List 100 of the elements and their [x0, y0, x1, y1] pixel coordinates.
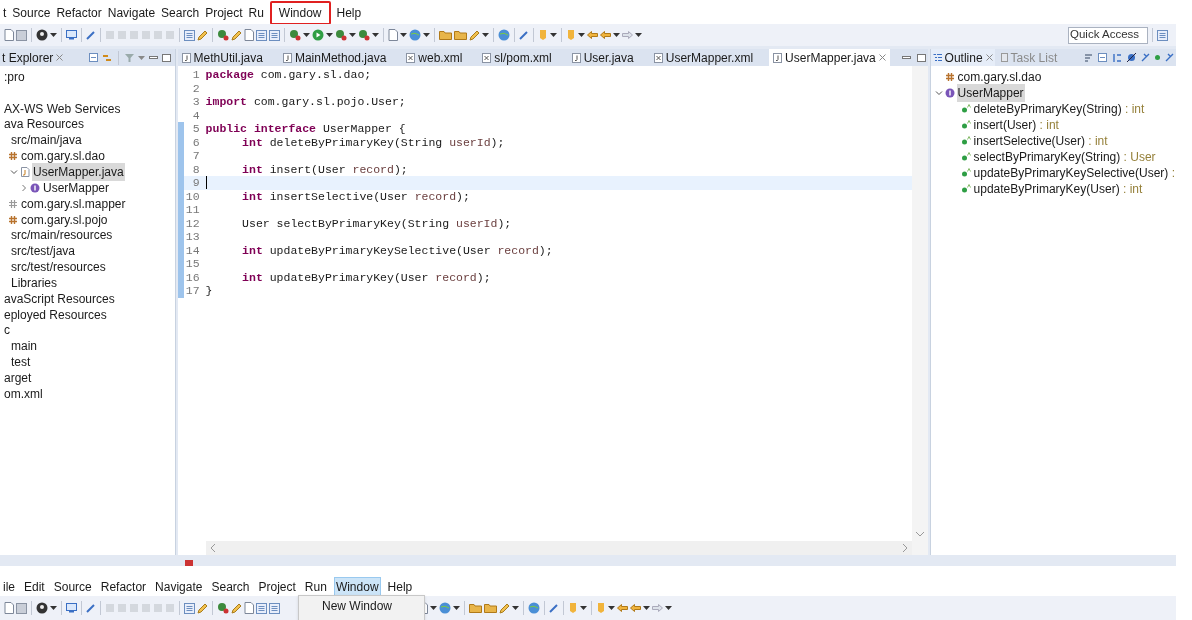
- menu-item[interactable]: Edit: [22, 577, 47, 597]
- pencil-icon[interactable]: [231, 602, 242, 614]
- dropdown-arrow-icon[interactable]: [635, 33, 642, 37]
- debug-icon[interactable]: [289, 29, 301, 41]
- menu-item[interactable]: Project: [205, 4, 243, 22]
- menu-item[interactable]: t: [3, 4, 7, 22]
- dropdown-arrow-icon[interactable]: [50, 33, 57, 37]
- link-icon[interactable]: [101, 52, 112, 63]
- dropdown-arrow-icon[interactable]: [430, 606, 437, 610]
- dropdown-arrow-icon[interactable]: [608, 606, 615, 610]
- tree-item[interactable]: com.gary.sl.pojo: [20, 210, 109, 229]
- close-icon[interactable]: [878, 54, 886, 61]
- lines-icon[interactable]: [269, 29, 280, 41]
- editor-tab[interactable]: User.java: [567, 49, 638, 66]
- dropdown-arrow-icon[interactable]: [665, 606, 672, 610]
- lines-icon[interactable]: [269, 602, 280, 614]
- hide-static-icon[interactable]: [1141, 53, 1150, 62]
- sort-icon[interactable]: [1084, 53, 1093, 62]
- document-icon[interactable]: [4, 29, 14, 41]
- tree-item[interactable]: com.gary.sl.dao: [20, 147, 106, 166]
- editor-tab[interactable]: UserMapper.xml: [649, 49, 758, 66]
- tree-item[interactable]: UserMapper: [42, 178, 111, 197]
- menu-item[interactable]: Source: [12, 4, 51, 22]
- pencil-icon[interactable]: [197, 29, 208, 41]
- maximize-icon[interactable]: [161, 53, 171, 62]
- save-icon[interactable]: [16, 29, 27, 41]
- menu-item[interactable]: Window: [333, 577, 381, 597]
- menu-item[interactable]: Search: [209, 577, 252, 597]
- outline-item[interactable]: deleteByPrimaryKey(String) : int: [972, 99, 1146, 118]
- person-icon[interactable]: [36, 29, 48, 41]
- dropdown-arrow-icon[interactable]: [613, 33, 620, 37]
- dropdown-arrow-icon[interactable]: [303, 33, 310, 37]
- menu-item[interactable]: ile: [1, 577, 17, 597]
- tree-item[interactable]: src/test/java: [10, 242, 77, 261]
- pin-icon[interactable]: [549, 603, 559, 613]
- quick-access-field[interactable]: Quick Access: [1068, 26, 1148, 44]
- dropdown-arrow-icon[interactable]: [580, 606, 587, 610]
- globe-icon[interactable]: [528, 602, 540, 614]
- menu-item[interactable]: Source: [51, 577, 94, 597]
- dropdown-arrow-icon[interactable]: [643, 606, 650, 610]
- debug-icon[interactable]: [335, 29, 347, 41]
- outline-item[interactable]: updateByPrimaryKeySelective(User) :: [972, 163, 1176, 182]
- editor-tab[interactable]: MethUtil.java: [177, 49, 267, 66]
- pin-icon[interactable]: [86, 603, 96, 613]
- dropdown-arrow-icon[interactable]: [349, 33, 356, 37]
- tree-item[interactable]: eployed Resources: [3, 305, 108, 324]
- editor-tab[interactable]: web.xml: [402, 49, 467, 66]
- dropdown-arrow-icon[interactable]: [50, 606, 57, 610]
- chevron-right-icon[interactable]: [20, 183, 28, 192]
- dropdown-arrow-icon[interactable]: [372, 33, 379, 37]
- tree-item[interactable]: main: [10, 337, 38, 356]
- tree-item[interactable]: AX-WS Web Services: [3, 99, 122, 118]
- dropdown-arrow-icon[interactable]: [326, 33, 333, 37]
- lines-icon[interactable]: [256, 602, 267, 614]
- tree-item[interactable]: avaScript Resources: [3, 289, 116, 308]
- menu-item[interactable]: Navigate: [107, 4, 156, 22]
- document-icon[interactable]: [4, 602, 14, 614]
- debug-icon[interactable]: [217, 602, 229, 614]
- dropdown-arrow-icon[interactable]: [550, 33, 557, 37]
- menu-item[interactable]: Refactor: [98, 577, 149, 597]
- menu-item[interactable]: Navigate: [153, 577, 205, 597]
- debug-icon[interactable]: [217, 29, 229, 41]
- dropdown-arrow-icon[interactable]: [512, 606, 519, 610]
- editor-tab[interactable]: sl/pom.xml: [478, 49, 556, 66]
- menu-item[interactable]: Project: [256, 577, 298, 597]
- scroll-right-icon[interactable]: [901, 544, 908, 552]
- folder-icon[interactable]: [484, 603, 497, 613]
- dot-icon[interactable]: [1155, 55, 1160, 60]
- document-icon[interactable]: [244, 602, 254, 614]
- horizontal-scrollbar[interactable]: [205, 541, 912, 555]
- menu-item[interactable]: Ru: [248, 4, 264, 22]
- menu-item[interactable]: Search: [161, 4, 200, 22]
- document-icon[interactable]: [244, 29, 254, 41]
- dropdown-arrow-icon[interactable]: [453, 606, 460, 610]
- tree-item[interactable]: src/main/java: [10, 131, 83, 150]
- filter-icon[interactable]: [124, 53, 134, 62]
- tree-item[interactable]: om.xml: [3, 384, 44, 403]
- lines-icon[interactable]: [184, 602, 195, 614]
- maximize-icon[interactable]: [916, 53, 926, 62]
- folder-icon[interactable]: [469, 603, 482, 613]
- vertical-scrollbar[interactable]: [911, 66, 928, 555]
- view-menu-icon[interactable]: [137, 55, 145, 60]
- pencil-icon[interactable]: [231, 29, 242, 41]
- tree-item[interactable]: :pro: [3, 67, 26, 86]
- tree-item[interactable]: UserMapper.java: [32, 163, 125, 181]
- editor-tab[interactable]: MainMethod.java: [278, 49, 391, 66]
- outline-item[interactable]: insertSelective(User) : int: [972, 131, 1109, 150]
- hide-fields-icon[interactable]: [1127, 53, 1136, 62]
- tree-item[interactable]: com.gary.sl.mapper: [20, 194, 127, 213]
- dropdown-arrow-icon[interactable]: [578, 33, 585, 37]
- outline-item[interactable]: selectByPrimaryKey(String) : User: [972, 147, 1157, 166]
- tree-item[interactable]: ava Resources: [3, 115, 86, 134]
- tree-item[interactable]: c: [3, 321, 11, 340]
- globe-icon[interactable]: [498, 29, 510, 41]
- dropdown-arrow-icon[interactable]: [482, 33, 489, 37]
- person-icon[interactable]: [36, 602, 48, 614]
- marker-icon[interactable]: [185, 559, 194, 566]
- folder-icon[interactable]: [454, 30, 467, 40]
- monitor-icon[interactable]: [66, 30, 77, 40]
- tree-item[interactable]: src/main/resources: [10, 226, 114, 245]
